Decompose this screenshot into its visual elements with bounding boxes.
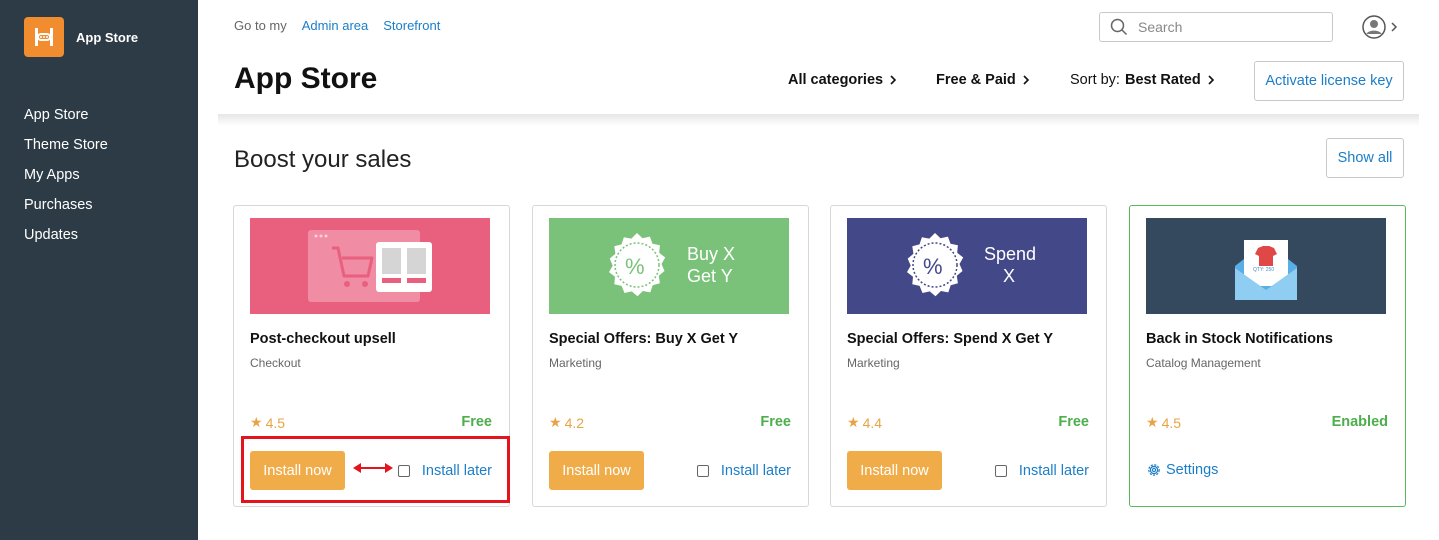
badge-symbol: % bbox=[625, 254, 645, 279]
sidebar-item-my-apps[interactable]: My Apps bbox=[24, 164, 108, 194]
category-filter[interactable]: All categories bbox=[788, 72, 897, 88]
install-later-checkbox[interactable] bbox=[994, 465, 1007, 477]
app-banner-back-in-stock: QTY: 250 bbox=[1146, 218, 1386, 314]
double-arrow-icon bbox=[353, 463, 393, 473]
app-rating: ★ 4.5 bbox=[1146, 414, 1181, 431]
app-banner-spend-x-get-y: % Spend X bbox=[847, 218, 1087, 314]
app-rating: ★ 4.2 bbox=[549, 414, 584, 431]
goto-label: Go to my bbox=[234, 18, 287, 33]
app-title[interactable]: Special Offers: Spend X Get Y bbox=[847, 331, 1053, 347]
app-banner-buy-x-get-y: % Buy X Get Y bbox=[549, 218, 789, 314]
star-icon: ★ bbox=[250, 414, 263, 430]
install-later-checkbox[interactable] bbox=[696, 465, 709, 477]
app-category: Checkout bbox=[250, 356, 301, 370]
badge-symbol: % bbox=[923, 254, 943, 279]
chevron-right-icon bbox=[1208, 75, 1214, 85]
rating-value: 4.5 bbox=[265, 414, 286, 431]
star-icon: ★ bbox=[847, 414, 860, 430]
install-now-button[interactable]: Install now bbox=[549, 451, 644, 490]
settings-link[interactable]: Settings bbox=[1146, 462, 1218, 478]
app-rating: ★ 4.4 bbox=[847, 414, 882, 431]
app-card-back-in-stock[interactable]: QTY: 250 Back in Stock Notifications Cat… bbox=[1129, 205, 1406, 507]
app-status: Enabled bbox=[1331, 414, 1388, 430]
install-now-button[interactable]: Install now bbox=[847, 451, 942, 490]
storefront-link[interactable]: Storefront bbox=[383, 18, 440, 33]
sidebar-nav: App Store Theme Store My Apps Purchases … bbox=[24, 104, 108, 254]
search-box[interactable] bbox=[1099, 12, 1333, 42]
search-icon bbox=[1110, 18, 1128, 36]
banner-line-1: Buy X bbox=[687, 244, 736, 264]
app-title[interactable]: Post-checkout upsell bbox=[250, 331, 396, 347]
banner-line-2: Get Y bbox=[687, 266, 733, 286]
sort-value: Best Rated bbox=[1124, 72, 1201, 88]
banner-qty: QTY: 250 bbox=[1253, 267, 1275, 273]
star-icon: ★ bbox=[1146, 414, 1159, 430]
sidebar-item-purchases[interactable]: Purchases bbox=[24, 194, 108, 224]
user-avatar-icon bbox=[1362, 15, 1386, 39]
user-menu[interactable] bbox=[1362, 15, 1399, 39]
chevron-right-icon bbox=[1391, 22, 1398, 32]
section-title: Boost your sales bbox=[234, 146, 412, 173]
app-category: Marketing bbox=[847, 356, 900, 370]
show-all-button[interactable]: Show all bbox=[1326, 138, 1404, 178]
app-category: Marketing bbox=[549, 356, 602, 370]
sort-dropdown[interactable]: Sort by: Best Rated bbox=[1070, 72, 1215, 88]
chevron-right-icon bbox=[890, 75, 897, 85]
sidebar-item-theme-store[interactable]: Theme Store bbox=[24, 134, 108, 164]
banner-line-2: X bbox=[1003, 266, 1016, 286]
sort-label: Sort by: bbox=[1070, 72, 1120, 88]
rating-value: 4.5 bbox=[1161, 414, 1182, 431]
app-category: Catalog Management bbox=[1146, 356, 1261, 370]
rating-value: 4.2 bbox=[564, 414, 585, 431]
price-filter-label: Free & Paid bbox=[936, 72, 1016, 88]
activate-license-button[interactable]: Activate license key bbox=[1254, 61, 1404, 101]
app-card-buy-x-get-y[interactable]: % Buy X Get Y Special Offers: Buy X Get … bbox=[532, 205, 809, 507]
sidebar-item-updates[interactable]: Updates bbox=[24, 224, 108, 254]
brand[interactable]: App Store bbox=[24, 17, 138, 57]
brand-title: App Store bbox=[76, 29, 139, 45]
install-later-option[interactable]: Install later bbox=[696, 463, 791, 479]
search-input[interactable] bbox=[1138, 19, 1318, 35]
app-banner-upsell-image bbox=[250, 218, 490, 314]
app-price: Free bbox=[1058, 414, 1089, 430]
app-price: Free bbox=[760, 414, 791, 430]
settings-label[interactable]: Settings bbox=[1166, 462, 1218, 478]
sidebar: App Store App Store Theme Store My Apps … bbox=[0, 0, 198, 540]
install-later-option[interactable]: Install later bbox=[994, 463, 1089, 479]
page-title: App Store bbox=[234, 62, 378, 95]
chevron-right-icon bbox=[1023, 75, 1029, 85]
category-filter-label: All categories bbox=[788, 72, 884, 88]
install-later-label[interactable]: Install later bbox=[1019, 463, 1089, 479]
header-divider bbox=[218, 114, 1419, 126]
gear-icon bbox=[1148, 464, 1160, 476]
price-filter[interactable]: Free & Paid bbox=[936, 72, 1030, 88]
app-title[interactable]: Special Offers: Buy X Get Y bbox=[549, 331, 738, 347]
sidebar-item-app-store[interactable]: App Store bbox=[24, 104, 108, 134]
app-title[interactable]: Back in Stock Notifications bbox=[1146, 331, 1333, 347]
top-links: Go to my Admin area Storefront bbox=[234, 18, 440, 33]
star-icon: ★ bbox=[549, 414, 562, 430]
app-card-spend-x-get-y[interactable]: % Spend X Special Offers: Spend X Get Y … bbox=[830, 205, 1107, 507]
app-price: Free bbox=[461, 414, 492, 430]
banner-line-1: Spend bbox=[984, 244, 1037, 264]
app-rating: ★ 4.5 bbox=[250, 414, 285, 431]
rating-value: 4.4 bbox=[862, 414, 883, 431]
store-logo-icon bbox=[24, 17, 64, 57]
install-later-label[interactable]: Install later bbox=[721, 463, 791, 479]
admin-area-link[interactable]: Admin area bbox=[302, 18, 368, 33]
